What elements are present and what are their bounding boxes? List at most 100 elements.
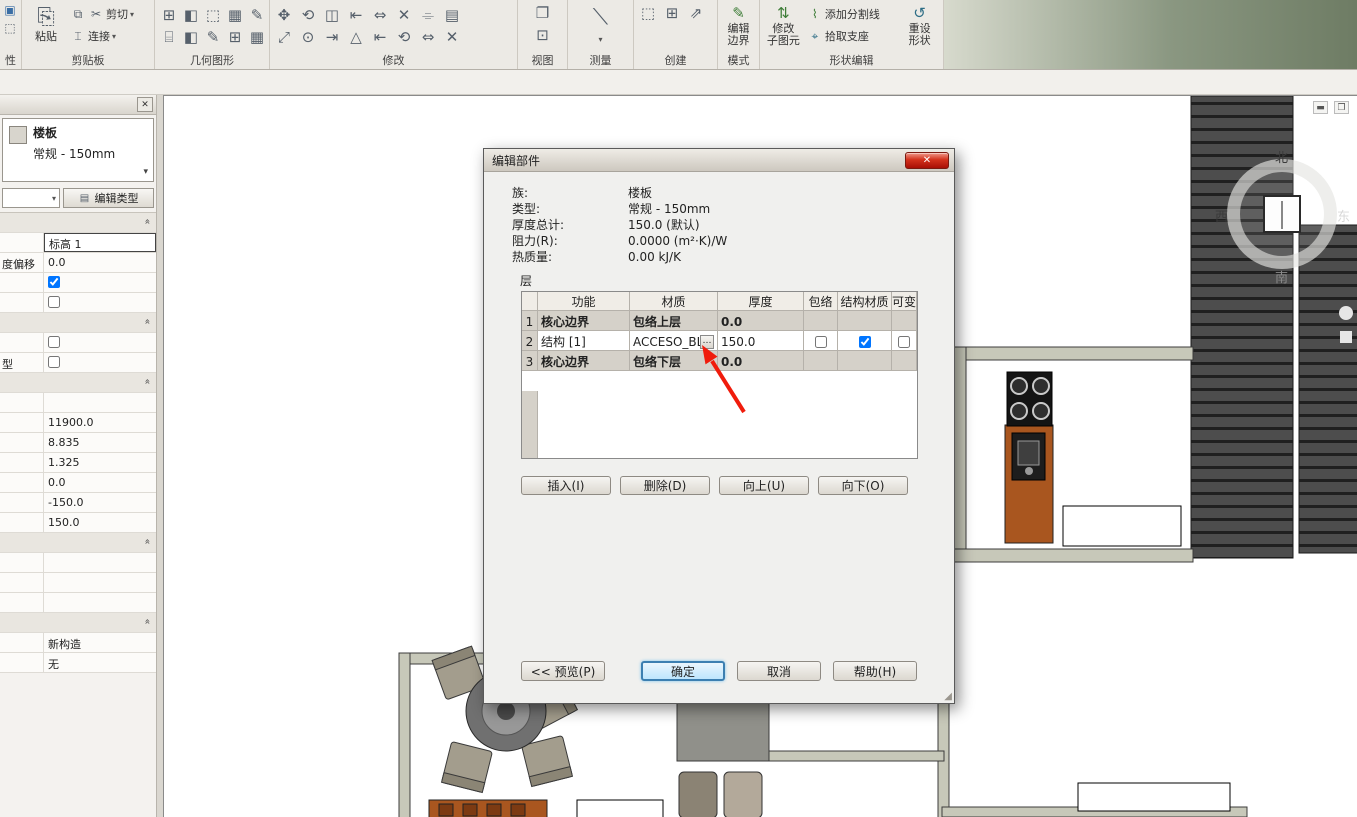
property-checkbox[interactable] (48, 296, 60, 308)
chevron-down-icon[interactable]: ▾ (598, 35, 602, 44)
value-field[interactable]: 150.0 (44, 513, 156, 532)
array-icon[interactable]: ▤ (442, 5, 462, 25)
offset-icon[interactable]: ⇔ (370, 5, 390, 25)
property-checkbox[interactable] (48, 276, 60, 288)
section-header[interactable]: « (0, 373, 156, 393)
insert-button[interactable]: 插入(I) (521, 476, 611, 495)
property-row-value: 0.0 (0, 473, 156, 493)
join-button[interactable]: ⌶ 连接 ▾ (70, 27, 134, 45)
property-checkbox[interactable] (48, 356, 60, 368)
dialog-titlebar[interactable]: 编辑部件 ✕ (484, 149, 954, 172)
wraps-cell (804, 331, 838, 351)
chevron-down-icon[interactable]: ▾ (143, 167, 148, 177)
rotate-icon[interactable]: ⟲ (394, 27, 414, 47)
cancel-button[interactable]: 取消 (737, 661, 821, 681)
value-field[interactable]: 8.835 (44, 433, 156, 452)
measure-ruler-icon[interactable]: ⟍ (586, 3, 616, 31)
mirror-icon[interactable]: ◫ (322, 5, 342, 25)
edit-type-button[interactable]: ▤ 编辑类型 (63, 188, 154, 208)
level-field[interactable]: 标高 1 (44, 233, 156, 252)
table-row[interactable]: 2 结构 [1] ACCESO_BLA … 150.0 (522, 331, 917, 351)
geometry-icon[interactable]: ◧ (181, 5, 201, 25)
property-checkbox[interactable] (48, 336, 60, 348)
delete-icon[interactable]: ✕ (394, 5, 414, 25)
geometry-icon[interactable]: ▦ (247, 27, 267, 47)
geometry-icon[interactable]: ✎ (247, 5, 267, 25)
trim-icon[interactable]: ⇥ (322, 27, 342, 47)
property-row-phase-none: 无 (0, 653, 156, 673)
thickness-cell[interactable]: 150.0 (718, 331, 804, 351)
variable-checkbox[interactable] (898, 336, 910, 348)
create-group-icon[interactable]: ⬚ (638, 3, 658, 23)
move-down-button[interactable]: 向下(O) (818, 476, 908, 495)
scale-icon[interactable]: ⤢ (274, 27, 294, 47)
restore-view-button[interactable]: ❐ (1334, 101, 1349, 114)
geometry-icon[interactable]: ◧ (181, 27, 201, 47)
geometry-icon[interactable]: ⌸ (159, 27, 179, 47)
dialog-close-button[interactable]: ✕ (905, 152, 949, 169)
geometry-icon[interactable]: ⊞ (225, 27, 245, 47)
split-icon[interactable]: ⌯ (418, 5, 438, 25)
delete-icon[interactable]: ✕ (442, 27, 462, 47)
create-load-icon[interactable]: ⇗ (686, 3, 706, 23)
value-field[interactable]: 11900.0 (44, 413, 156, 432)
filter-combobox[interactable]: ▾ (2, 188, 60, 208)
create-similar-icon[interactable]: ⊞ (662, 3, 682, 23)
minimize-view-button[interactable]: ▬ (1313, 101, 1328, 114)
section-header[interactable]: « (0, 533, 156, 553)
pick-supports-button[interactable]: ⌖ 拾取支座 (807, 27, 896, 45)
close-palette-button[interactable]: ✕ (137, 97, 153, 112)
wraps-checkbox[interactable] (815, 336, 827, 348)
section-header[interactable]: « (0, 313, 156, 333)
properties-secondary-icon[interactable]: ⬚ (2, 20, 18, 36)
phase-field[interactable]: 新构造 (44, 633, 156, 652)
move-icon[interactable]: ✥ (274, 5, 294, 25)
structural-material-checkbox[interactable] (859, 336, 871, 348)
paste-button[interactable]: ⎘ 粘贴 (26, 3, 66, 43)
section-header[interactable]: « (0, 613, 156, 633)
value-field[interactable]: 1.325 (44, 453, 156, 472)
variable-cell (892, 351, 917, 371)
ok-button[interactable]: 确定 (641, 661, 725, 681)
chevron-down-icon: ▾ (52, 194, 56, 203)
view-box-icon[interactable]: ⊡ (533, 25, 553, 45)
material-cell[interactable]: ACCESO_BLA … (630, 331, 718, 351)
info-label: 族: (512, 185, 628, 201)
material-browse-button[interactable]: … (700, 335, 714, 349)
geometry-icon[interactable]: ✎ (203, 27, 223, 47)
preview-button[interactable]: << 预览(P) (521, 661, 605, 681)
rotate-icon[interactable]: ⟲ (298, 5, 318, 25)
pin-icon[interactable]: ⊙ (298, 27, 318, 47)
header-cell-function: 功能 (538, 292, 630, 311)
align-icon[interactable]: ⇤ (346, 5, 366, 25)
help-button[interactable]: 帮助(H) (833, 661, 917, 681)
orientation-compass[interactable]: 北 西 南 东 (1227, 159, 1337, 269)
add-split-line-button[interactable]: ⌇ 添加分割线 (807, 5, 896, 23)
move-icon[interactable]: ⇤ (370, 27, 390, 47)
delete-button[interactable]: 删除(D) (620, 476, 710, 495)
cope-icon[interactable]: △ (346, 27, 366, 47)
geometry-icon[interactable]: ⊞ (159, 5, 179, 25)
function-cell[interactable]: 结构 [1] (538, 331, 630, 351)
table-row[interactable]: 1 核心边界 包络上层 0.0 (522, 311, 917, 331)
properties-icon[interactable]: ▣ (2, 2, 18, 18)
offset-field[interactable]: 0.0 (44, 253, 156, 272)
phase-field[interactable]: 无 (44, 653, 156, 672)
reset-shape-button[interactable]: ↺ 重设 形状 (900, 3, 939, 47)
geometry-icon[interactable]: ⬚ (203, 5, 223, 25)
resize-grip[interactable]: ◢ (944, 691, 952, 702)
move-up-button[interactable]: 向上(U) (719, 476, 809, 495)
modify-sub-elements-button[interactable]: ⇅ 修改 子图元 (764, 3, 803, 47)
section-header[interactable]: « (0, 213, 156, 233)
mirror-icon[interactable]: ⇔ (418, 27, 438, 47)
view-window-icon[interactable]: ❐ (533, 3, 553, 23)
edit-boundary-button[interactable]: ✎ 编辑 边界 (722, 3, 755, 47)
collapse-icon: « (141, 618, 152, 624)
table-row[interactable]: 3 核心边界 包络下层 0.0 (522, 351, 917, 371)
geometry-icon[interactable]: ▦ (225, 5, 245, 25)
type-selector[interactable]: 楼板 常规 - 150mm ▾ (2, 118, 154, 182)
value-field[interactable]: 0.0 (44, 473, 156, 492)
cut-button[interactable]: ⧉ ✂ 剪切 ▾ (70, 5, 134, 23)
properties-palette-header[interactable]: ✕ (0, 95, 156, 115)
value-field[interactable]: -150.0 (44, 493, 156, 512)
